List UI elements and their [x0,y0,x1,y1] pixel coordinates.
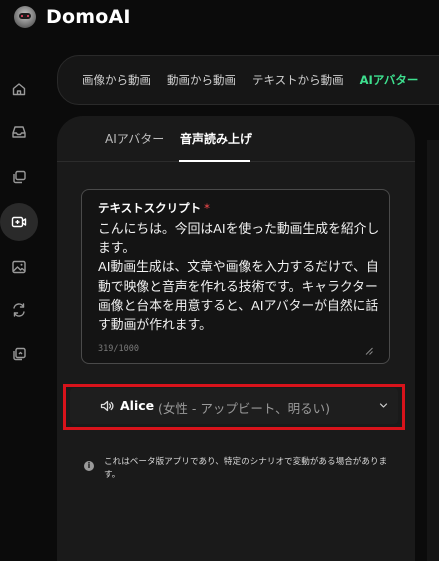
sidebar-item-image[interactable] [0,248,38,286]
script-text[interactable]: こんにちは。今回はAIを使った動画生成を紹介します。 AI動画生成は、文章や画像… [98,220,380,335]
subtab-ai-avatar[interactable]: AIアバター [105,130,164,147]
voice-name: Alice [120,398,155,413]
sidebar-item-gallery[interactable] [0,335,38,373]
voice-description: (女性 - アップビート、明るい) [158,401,330,416]
subtabs: AIアバター 音声読み上げ [57,116,415,162]
app-window: DomoAI 画像から動画 動画から動画 テキストから動画 AIアバター AIア… [0,0,439,561]
avatar-video-icon [11,216,27,228]
app-name: DomoAI [46,6,131,28]
subtab-text-to-speech[interactable]: 音声読み上げ [180,130,252,147]
right-panel-edge [427,140,439,561]
swap-icon [13,303,25,317]
sidebar-item-inbox[interactable] [0,113,38,151]
speaker-icon [100,400,114,412]
chevron-down-icon [379,403,388,408]
required-marker: * [204,201,210,215]
tab-video-to-video[interactable]: 動画から動画 [167,72,236,88]
logo-badge-icon [14,6,36,28]
resize-handle-icon[interactable] [365,347,373,355]
voice-select[interactable]: Alice (女性 - アップビート、明るい) [70,388,398,424]
gallery-icon [13,347,26,361]
layers-icon [13,170,26,184]
beta-notice: これはベータ版アプリであり、特定のシナリオで変動がある場合があります。 [104,457,388,480]
info-icon: i [84,461,94,471]
tab-text-to-video[interactable]: テキストから動画 [252,72,344,88]
script-textarea[interactable]: テキストスクリプト * こんにちは。今回はAIを使った動画生成を紹介します。 AI… [81,189,390,364]
tab-image-to-video[interactable]: 画像から動画 [82,72,151,88]
character-count: 319/1000 [98,344,139,354]
image-icon [12,260,26,274]
script-label: テキストスクリプト * [98,201,210,215]
main-panel: AIアバター 音声読み上げ テキストスクリプト * こんにちは。今回はAIを使った… [57,116,415,561]
sidebar-item-layers[interactable] [0,158,38,196]
app-logo[interactable]: DomoAI [14,4,131,30]
home-icon [12,83,26,96]
sidebar-item-swap[interactable] [0,291,38,329]
inbox-icon [12,126,26,138]
sidebar-item-home[interactable] [0,70,38,108]
tab-ai-avatar[interactable]: AIアバター [360,72,419,88]
mode-tabs: 画像から動画 動画から動画 テキストから動画 AIアバター [57,55,439,105]
sidebar-item-avatar-video[interactable] [0,203,38,241]
active-subtab-indicator [179,160,250,162]
